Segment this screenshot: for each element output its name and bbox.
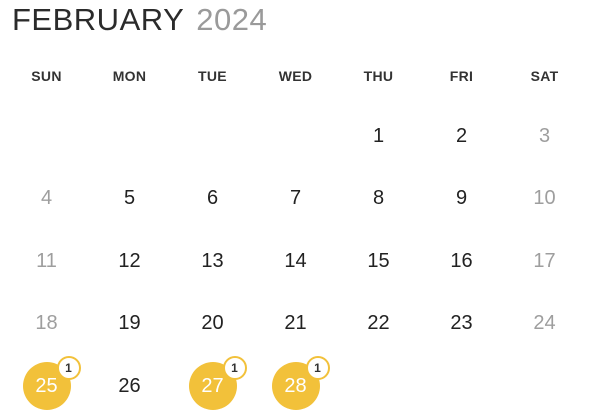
day-cell[interactable]: 22 bbox=[337, 293, 420, 356]
day-cell[interactable]: 13 bbox=[171, 230, 254, 293]
day-number: 12 bbox=[118, 249, 141, 272]
day-cell[interactable]: 21 bbox=[254, 293, 337, 356]
day-cell[interactable]: 20 bbox=[171, 293, 254, 356]
day-number: 24 bbox=[533, 312, 556, 335]
day-cell[interactable]: 19 bbox=[88, 293, 171, 356]
weekday-label-sat: SAT bbox=[530, 68, 559, 84]
day-number: 19 bbox=[118, 312, 141, 335]
weekday-label-fri: FRI bbox=[449, 68, 474, 84]
day-cell[interactable]: 2 bbox=[420, 105, 503, 168]
day-cell[interactable]: 15 bbox=[337, 230, 420, 293]
day-cell[interactable]: 14 bbox=[254, 230, 337, 293]
day-cell[interactable]: 24 bbox=[503, 293, 586, 356]
year-title: 2024 bbox=[196, 2, 268, 37]
day-number: 23 bbox=[450, 312, 473, 335]
day-cell[interactable]: 9 bbox=[420, 168, 503, 231]
day-number: 21 bbox=[284, 312, 307, 335]
day-cell[interactable]: 11 bbox=[5, 230, 88, 293]
day-number: 2 bbox=[455, 124, 468, 147]
day-number: 25 bbox=[35, 374, 58, 397]
weekday-label-wed: WED bbox=[278, 68, 313, 84]
day-number: 26 bbox=[118, 374, 141, 397]
day-number: 17 bbox=[533, 249, 556, 272]
day-cell[interactable]: 10 bbox=[503, 168, 586, 231]
empty-day-cell bbox=[503, 355, 586, 418]
day-number: 22 bbox=[367, 312, 390, 335]
day-cell[interactable]: 6 bbox=[171, 168, 254, 231]
month-title: FEBRUARY bbox=[12, 2, 185, 37]
day-cell[interactable]: 23 bbox=[420, 293, 503, 356]
day-cell[interactable]: 3 bbox=[503, 105, 586, 168]
event-count-badge: 1 bbox=[222, 356, 247, 381]
day-number: 6 bbox=[206, 187, 219, 210]
day-cell[interactable]: 7 bbox=[254, 168, 337, 231]
day-cell[interactable]: 16 bbox=[420, 230, 503, 293]
day-number: 18 bbox=[35, 312, 58, 335]
day-number: 4 bbox=[40, 187, 53, 210]
day-number: 16 bbox=[450, 249, 473, 272]
day-cell[interactable]: 27 1 bbox=[171, 355, 254, 418]
day-number: 1 bbox=[372, 124, 385, 147]
calendar-header: FEBRUARY 2024 bbox=[12, 2, 267, 42]
day-number: 11 bbox=[36, 249, 57, 272]
calendar-day-grid: 1 2 3 4 5 6 7 8 9 10 11 12 13 14 15 16 17 18 19 20 21 22 23 24 2… bbox=[5, 105, 589, 418]
day-number: 20 bbox=[201, 312, 224, 335]
empty-day-cell bbox=[254, 105, 337, 168]
day-cell[interactable]: 18 bbox=[5, 293, 88, 356]
weekday-header-row: SUN MON TUE WED THU FRI SAT bbox=[5, 66, 589, 86]
day-number: 8 bbox=[372, 187, 385, 210]
day-number: 5 bbox=[123, 187, 136, 210]
day-number: 7 bbox=[289, 187, 302, 210]
day-number: 3 bbox=[538, 124, 551, 147]
day-number: 13 bbox=[201, 249, 224, 272]
empty-day-cell bbox=[171, 105, 254, 168]
day-number: 28 bbox=[284, 374, 307, 397]
weekday-label-tue: TUE bbox=[198, 68, 227, 84]
weekday-label-mon: MON bbox=[112, 68, 147, 84]
day-cell[interactable]: 5 bbox=[88, 168, 171, 231]
day-cell[interactable]: 4 bbox=[5, 168, 88, 231]
event-count-badge: 1 bbox=[56, 356, 81, 381]
weekday-label-sun: SUN bbox=[31, 68, 62, 84]
day-cell[interactable]: 1 bbox=[337, 105, 420, 168]
day-cell[interactable]: 17 bbox=[503, 230, 586, 293]
day-number: 27 bbox=[201, 374, 224, 397]
empty-day-cell bbox=[88, 105, 171, 168]
day-number: 15 bbox=[367, 249, 390, 272]
empty-day-cell bbox=[420, 355, 503, 418]
day-number: 9 bbox=[455, 187, 468, 210]
day-number: 14 bbox=[284, 249, 307, 272]
day-cell[interactable]: 8 bbox=[337, 168, 420, 231]
empty-day-cell bbox=[5, 105, 88, 168]
day-cell[interactable]: 12 bbox=[88, 230, 171, 293]
weekday-label-thu: THU bbox=[363, 68, 394, 84]
day-cell[interactable]: 26 bbox=[88, 355, 171, 418]
event-count-badge: 1 bbox=[305, 356, 330, 381]
empty-day-cell bbox=[337, 355, 420, 418]
day-number: 10 bbox=[533, 187, 556, 210]
day-cell[interactable]: 25 1 bbox=[5, 355, 88, 418]
day-cell[interactable]: 28 1 bbox=[254, 355, 337, 418]
